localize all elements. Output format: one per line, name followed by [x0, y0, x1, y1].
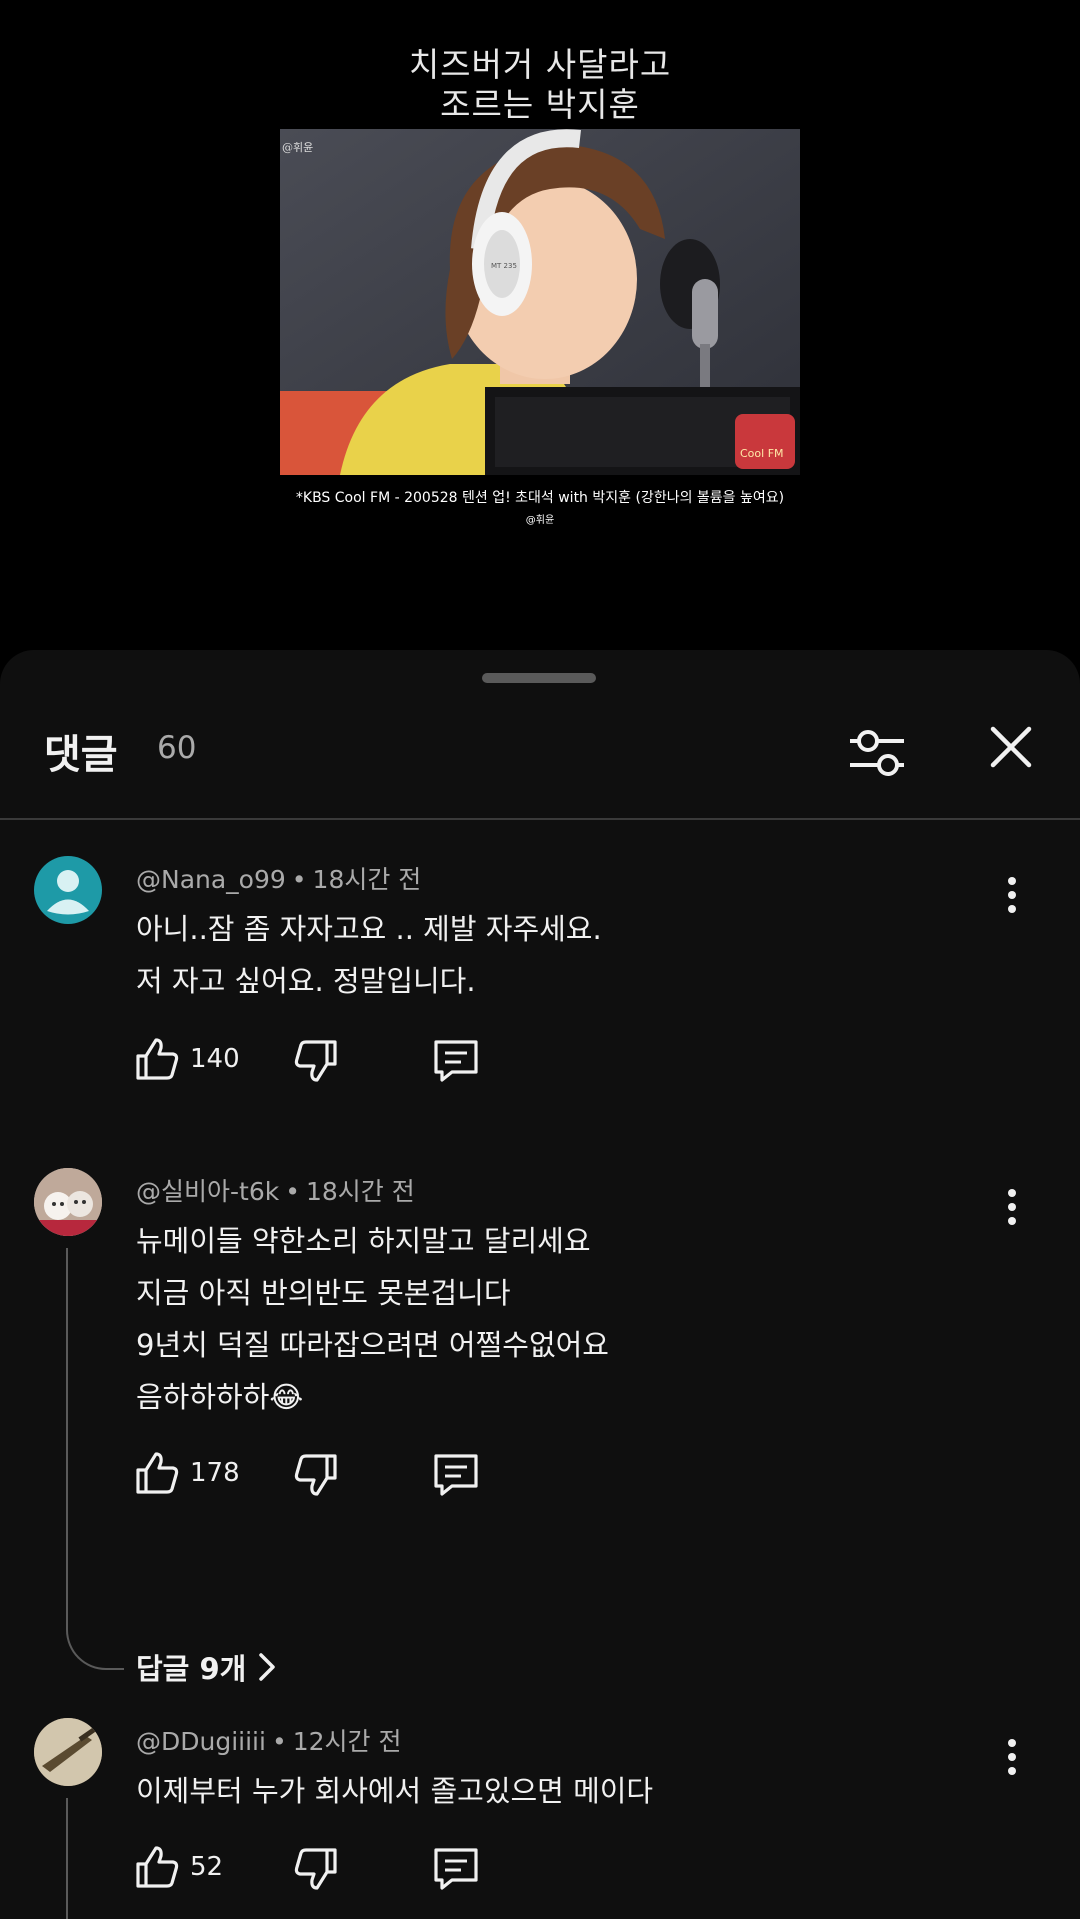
comment-item: @DDugiiiii • 12시간 전 이제부터 누가 회사에서 졸고있으면 메이다… — [0, 1718, 1080, 1919]
reply-button[interactable] — [432, 1038, 480, 1084]
header-divider — [0, 818, 1080, 820]
comments-title: 댓글 — [44, 732, 118, 778]
comment-author[interactable]: @Nana_o99 — [136, 865, 286, 894]
avatar[interactable] — [34, 856, 102, 924]
comment-meta: @DDugiiiii • 12시간 전 — [136, 1727, 402, 1756]
more-options-button[interactable] — [996, 1182, 1028, 1232]
kittens-avatar-image — [34, 1168, 102, 1236]
comment-time: 18시간 전 — [312, 865, 422, 894]
comment-item: @실비아-t6k • 18시간 전 뉴메이들 약한소리 하지말고 달리세요 지금 아… — [0, 1168, 1080, 1688]
reply-comment-icon — [434, 1040, 478, 1082]
thumbs-up-icon — [136, 1846, 179, 1888]
credit-handle: @휘윤 — [525, 515, 555, 526]
dislike-button[interactable] — [293, 1038, 339, 1084]
comment-text-line: 저 자고 싶어요. 정말입니다. — [136, 964, 476, 998]
reply-button[interactable] — [432, 1452, 480, 1498]
dislike-button[interactable] — [293, 1452, 339, 1498]
logo-text: Cool FM — [740, 447, 784, 460]
default-avatar-icon — [47, 870, 89, 915]
avatar[interactable] — [34, 1168, 102, 1236]
sliders-icon — [850, 730, 904, 776]
source-credit: *KBS Cool FM - 200528 텐션 업! 초대석 with 박지훈… — [295, 490, 785, 506]
video-frame-image: MT 235 Cool FM @휘윤 — [280, 129, 800, 475]
comment-author[interactable]: @실비아-t6k — [136, 1177, 279, 1206]
thumbs-down-icon — [294, 1040, 337, 1082]
like-count: 52 — [190, 1852, 224, 1882]
video-player[interactable]: 치즈버거 사달라고 조르는 박지훈 MT 235 Cool FM @휘윤 *KB… — [0, 0, 1080, 652]
comments-count: 60 — [157, 730, 197, 766]
comment-item: @Nana_o99 • 18시간 전 아니..잠 좀 자자고요 .. 제발 자주세요… — [0, 856, 1080, 1156]
comment-text-line: 이제부터 누가 회사에서 졸고있으면 메이다 — [136, 1774, 654, 1808]
thumbs-up-icon — [136, 1038, 179, 1080]
video-caption-line2: 조르는 박지훈 — [440, 85, 640, 124]
frame-watermark: @휘윤 — [282, 141, 313, 154]
reply-comment-icon — [434, 1848, 478, 1890]
more-options-button[interactable] — [996, 870, 1028, 920]
comment-meta: @실비아-t6k • 18시간 전 — [136, 1177, 415, 1206]
thumbs-down-icon — [294, 1454, 337, 1496]
view-replies-button[interactable]: 답글 9개 — [136, 1646, 278, 1688]
comment-text-line: 아니..잠 좀 자자고요 .. 제발 자주세요. — [136, 912, 602, 946]
thread-line — [66, 1798, 68, 1919]
chevron-right-icon — [259, 1653, 276, 1681]
comment-time: 18시간 전 — [305, 1177, 415, 1206]
filter-button[interactable] — [846, 722, 908, 784]
thumbs-down-icon — [294, 1848, 337, 1890]
like-count: 178 — [190, 1458, 240, 1488]
more-vert-icon — [1008, 1189, 1016, 1197]
like-button[interactable]: 178 — [134, 1450, 240, 1496]
comments-sheet: 댓글 60 @Nana_o99 • 18시간 전 아니..잠 좀 자자고요 .. 제… — [0, 650, 1080, 1919]
close-icon — [990, 726, 1032, 768]
like-button[interactable]: 140 — [134, 1036, 240, 1082]
headphone-text: MT 235 — [491, 262, 517, 270]
close-button[interactable] — [986, 722, 1036, 772]
video-frame: MT 235 Cool FM @휘윤 — [280, 129, 800, 475]
comment-time: 12시간 전 — [292, 1727, 402, 1756]
more-options-button[interactable] — [996, 1732, 1028, 1782]
comment-text-line: 9년치 덕질 따라잡으려면 어쩔수없어요 — [136, 1328, 609, 1362]
like-count: 140 — [190, 1044, 240, 1074]
reply-button[interactable] — [432, 1846, 480, 1892]
comment-text-line: 뉴메이들 약한소리 하지말고 달리세요 — [136, 1224, 591, 1258]
more-vert-icon — [1008, 877, 1016, 885]
rifle-avatar-image — [34, 1718, 102, 1786]
comment-meta: @Nana_o99 • 18시간 전 — [136, 865, 422, 894]
drag-handle[interactable] — [482, 673, 596, 683]
thread-line — [66, 1248, 124, 1670]
comment-author[interactable]: @DDugiiiii — [136, 1727, 266, 1756]
thumbs-up-icon — [136, 1452, 179, 1494]
like-button[interactable]: 52 — [134, 1844, 223, 1890]
avatar[interactable] — [34, 1718, 102, 1786]
comment-text-line: 음하하하하😂 — [136, 1380, 304, 1414]
reply-comment-icon — [434, 1454, 478, 1496]
more-vert-icon — [1008, 1739, 1016, 1747]
comment-text-line: 지금 아직 반의반도 못본겁니다 — [136, 1276, 511, 1310]
dislike-button[interactable] — [293, 1846, 339, 1892]
replies-label: 답글 9개 — [136, 1652, 247, 1686]
